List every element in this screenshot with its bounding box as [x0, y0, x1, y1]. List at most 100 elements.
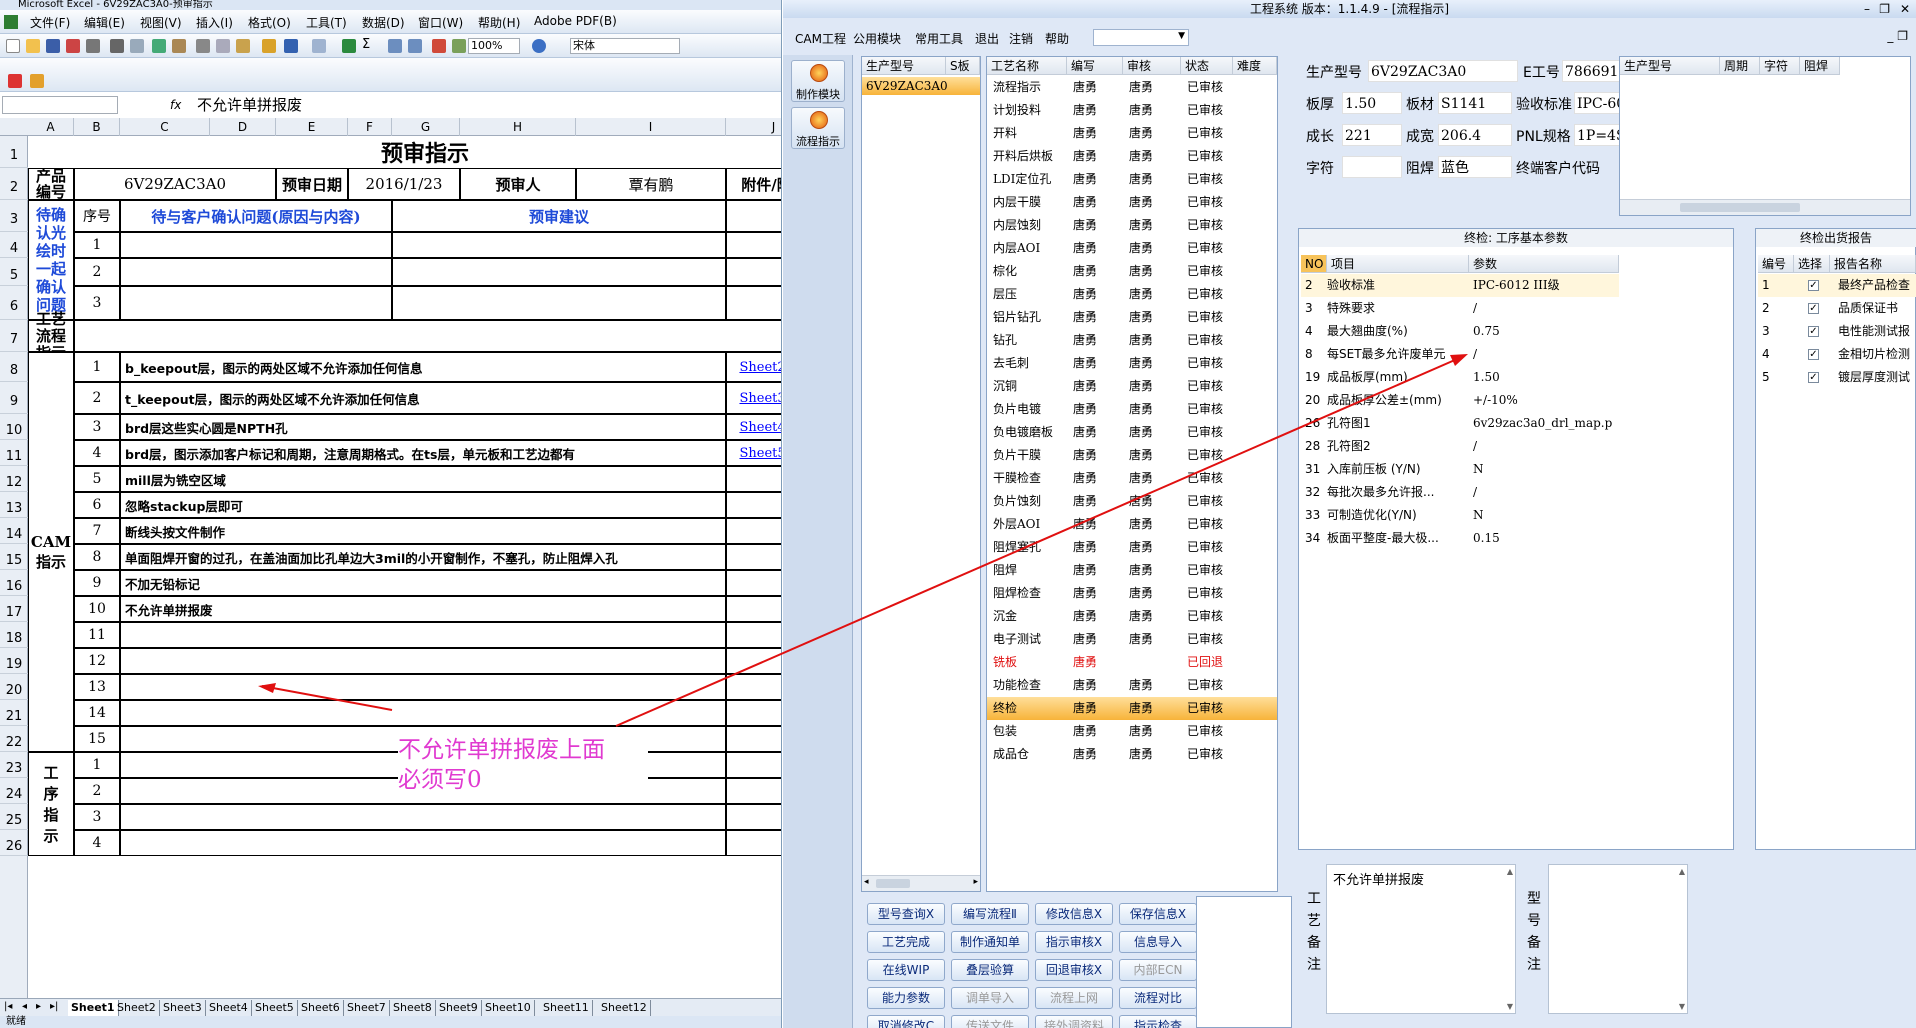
process-row[interactable]: 内层蚀刻 唐勇 唐勇 已审核	[987, 214, 1277, 237]
row-header-23[interactable]: 23	[0, 752, 28, 778]
cam-item-attach[interactable]	[726, 466, 781, 492]
label-seq[interactable]: 序号	[74, 200, 120, 232]
attach-blank-3[interactable]	[726, 200, 781, 232]
tab-scroll-first-icon[interactable]: |◂	[4, 1001, 12, 1012]
minimize-icon[interactable]: –	[1864, 0, 1870, 18]
row-header-26[interactable]: 26	[0, 830, 28, 856]
action-button[interactable]: 内部ECN	[1119, 959, 1197, 981]
model-scroll-down-icon[interactable]: ▼	[1679, 1002, 1685, 1011]
process-row[interactable]: 铣板 唐勇 已回退	[987, 651, 1277, 674]
cam-item-no[interactable]: 14	[74, 700, 120, 726]
cam-item-no[interactable]: 15	[74, 726, 120, 752]
label-question[interactable]: 待与客户确认问题(原因与内容)	[120, 200, 392, 232]
row-header-7[interactable]: 7	[0, 320, 28, 352]
font-box[interactable]: 宋体	[570, 38, 680, 54]
process-row[interactable]: 阻焊检查 唐勇 唐勇 已审核	[987, 582, 1277, 605]
action-button[interactable]: 传送文件	[951, 1015, 1029, 1028]
process-col-status[interactable]: 状态	[1181, 57, 1233, 75]
process-row[interactable]: 内层AOI 唐勇 唐勇 已审核	[987, 237, 1277, 260]
process-col-difficulty[interactable]: 难度	[1233, 57, 1277, 75]
model-col-header[interactable]: 生产型号	[862, 57, 946, 75]
param-row[interactable]: 4 最大翘曲度(%) 0.75	[1301, 320, 1619, 343]
action-button[interactable]: 信息导入	[1119, 931, 1197, 953]
menu-common-tools[interactable]: 常用工具	[915, 30, 963, 47]
pending-seq[interactable]: 3	[74, 286, 120, 320]
name-box[interactable]	[2, 96, 118, 114]
tab-scroll-last-icon[interactable]: ▸|	[50, 1001, 58, 1012]
pending-question[interactable]	[120, 286, 392, 320]
label-reviewer[interactable]: 预审人	[460, 168, 576, 200]
action-button[interactable]: 调单导入	[951, 987, 1029, 1009]
zoom-box[interactable]: 100%	[468, 38, 520, 54]
column-header-j[interactable]: J	[726, 118, 781, 136]
help-icon[interactable]	[532, 39, 546, 53]
cam-item[interactable]: brd层这些实心圆是NPTH孔	[120, 414, 726, 440]
pending-suggestion[interactable]	[392, 232, 726, 258]
row-header-16[interactable]: 16	[0, 570, 28, 596]
process-row[interactable]: 开料 唐勇 唐勇 已审核	[987, 122, 1277, 145]
action-button[interactable]: 能力参数	[867, 987, 945, 1009]
cam-item[interactable]: b_keepout层，图示的两处区域不允许添加任何信息	[120, 352, 726, 382]
rt-scroll-thumb[interactable]	[1680, 203, 1800, 212]
cam-item-no[interactable]: 13	[74, 674, 120, 700]
action-button[interactable]: 接外调资料	[1035, 1015, 1113, 1028]
param-row[interactable]: 32 每批次最多允许报... /	[1301, 481, 1619, 504]
process-col-writer[interactable]: 编写	[1067, 57, 1123, 75]
params-col-no[interactable]: NO	[1301, 255, 1327, 273]
copy-icon[interactable]	[216, 39, 230, 53]
cam-item-attach[interactable]	[726, 596, 781, 622]
column-header-d[interactable]: D	[210, 118, 276, 136]
param-row[interactable]: 34 板面平整度-最大极... 0.15	[1301, 527, 1619, 550]
model-remark-textarea[interactable]: ▲ ▼	[1548, 864, 1688, 1014]
process-row[interactable]: 流程指示 唐勇 唐勇 已审核	[987, 76, 1277, 99]
cam-item-attach[interactable]	[726, 518, 781, 544]
process-flow-blank[interactable]	[74, 320, 781, 352]
row-header-11[interactable]: 11	[0, 440, 28, 466]
new-icon[interactable]	[6, 39, 20, 53]
row-header-15[interactable]: 15	[0, 544, 28, 570]
format-painter-icon[interactable]	[262, 39, 276, 53]
cam-item-no[interactable]: 11	[74, 622, 120, 648]
pending-question[interactable]	[120, 232, 392, 258]
column-header-a[interactable]: A	[28, 118, 74, 136]
process-row[interactable]: 终检 唐勇 唐勇 已审核	[987, 697, 1277, 720]
op-item-no[interactable]: 2	[74, 778, 120, 804]
research-icon[interactable]	[172, 39, 186, 53]
process-remark-textarea[interactable]: 不允许单拼报废 ▲ ▼	[1326, 864, 1516, 1014]
menu-edit[interactable]: 编辑(E)	[84, 14, 125, 31]
param-row[interactable]: 3 特殊要求 /	[1301, 297, 1619, 320]
column-header-b[interactable]: B	[74, 118, 120, 136]
params-col-value[interactable]: 参数	[1469, 255, 1619, 273]
pending-seq[interactable]: 2	[74, 258, 120, 286]
pending-question[interactable]	[120, 258, 392, 286]
process-row[interactable]: 棕化 唐勇 唐勇 已审核	[987, 260, 1277, 283]
action-button[interactable]: 型号查询Ⅹ	[867, 903, 945, 925]
menu-file[interactable]: 文件(F)	[30, 14, 70, 31]
action-button[interactable]: 流程上网	[1035, 987, 1113, 1009]
label-attachment[interactable]: 附件/附图	[726, 168, 781, 200]
process-row[interactable]: 去毛刺 唐勇 唐勇 已审核	[987, 352, 1277, 375]
model-list-scrollbar[interactable]: ◂ ▸	[862, 875, 980, 891]
tab-sheet12[interactable]: Sheet12	[598, 1000, 651, 1016]
cam-item[interactable]: brd层，图示添加客户标记和周期，注意周期格式。在ts层，单元板和工艺边都有	[120, 440, 726, 466]
cam-item-no[interactable]: 6	[74, 492, 120, 518]
cam-item[interactable]: 忽略stackup层即可	[120, 492, 726, 518]
cam-item-attach[interactable]	[726, 674, 781, 700]
process-row[interactable]: 负片电镀 唐勇 唐勇 已审核	[987, 398, 1277, 421]
reviewer-value[interactable]: 覃有鹏	[576, 168, 726, 200]
param-row[interactable]: 8 每SET最多允许废单元 /	[1301, 343, 1619, 366]
action-button[interactable]: 叠层验算	[951, 959, 1029, 981]
rt-col-period[interactable]: 周期	[1720, 57, 1760, 75]
rt-col-char[interactable]: 字符	[1760, 57, 1800, 75]
mdi-restore-icon[interactable]: _ ❐	[1887, 29, 1908, 43]
pending-attach[interactable]	[726, 232, 781, 258]
param-row[interactable]: 28 孔符图2 /	[1301, 435, 1619, 458]
op-label[interactable]: 工序指示	[28, 752, 74, 856]
scroll-down-icon[interactable]: ▼	[1507, 1002, 1513, 1011]
op-item[interactable]	[120, 804, 726, 830]
param-row[interactable]: 19 成品板厚(mm) 1.50	[1301, 366, 1619, 389]
row-header-14[interactable]: 14	[0, 518, 28, 544]
params-col-item[interactable]: 项目	[1327, 255, 1469, 273]
column-header-e[interactable]: E	[276, 118, 348, 136]
action-button[interactable]: 在线WIP	[867, 959, 945, 981]
